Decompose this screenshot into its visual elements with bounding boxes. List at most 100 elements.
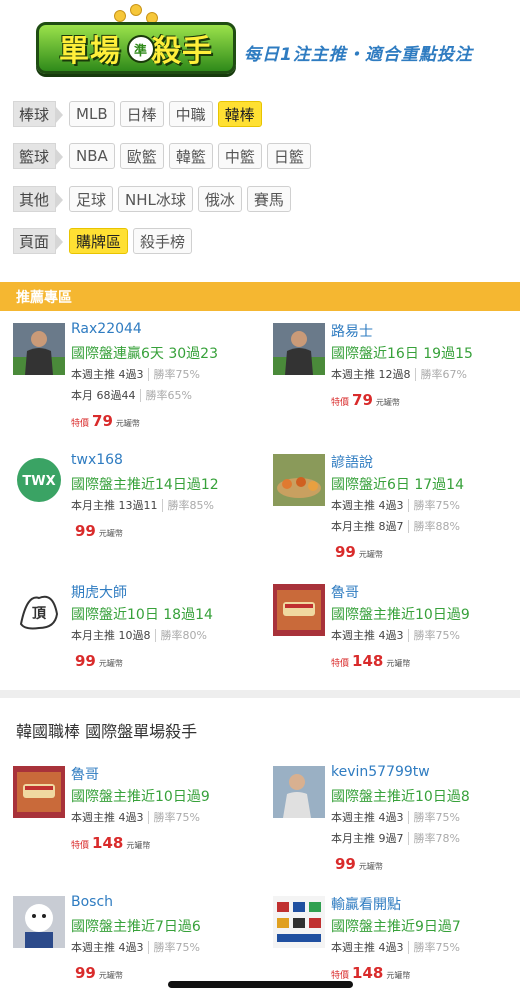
stat-record: 68過44 bbox=[96, 389, 136, 402]
stat-line: 本週主推 4過3 勝率75% bbox=[71, 939, 200, 955]
expert-name[interactable]: 諺語說 bbox=[331, 452, 373, 472]
expert-avatar[interactable] bbox=[13, 896, 65, 948]
stat-record: 4過3 bbox=[118, 811, 144, 824]
stat-line: 本月主推 8過7 勝率88% bbox=[331, 518, 460, 534]
nav-tab[interactable]: 殺手榜 bbox=[133, 228, 193, 254]
expert-avatar[interactable] bbox=[13, 766, 65, 818]
expert-card[interactable]: kevin57799tw 國際盤主推近10日過8 本週主推 4過3 勝率75% 本月主推… bbox=[273, 764, 513, 876]
stat-rate: 勝率75% bbox=[407, 629, 460, 642]
special-label: 特價 bbox=[331, 659, 350, 669]
nav-tab[interactable]: 韓籃 bbox=[168, 143, 213, 169]
nav-tab[interactable]: 中職 bbox=[168, 101, 213, 127]
nav-tab[interactable]: 購牌區 bbox=[69, 228, 129, 254]
stat-rate: 勝率75% bbox=[147, 368, 200, 381]
expert-avatar[interactable] bbox=[273, 454, 325, 506]
expert-avatar[interactable] bbox=[273, 896, 325, 948]
expert-card[interactable]: 魯哥 國際盤主推近10日過9 本週主推 4過3 勝率75% 特價 148 元罐幣 bbox=[273, 584, 513, 694]
stat-label: 本月主推 bbox=[71, 499, 115, 512]
expert-avatar[interactable] bbox=[273, 584, 325, 636]
price-value: 99 bbox=[75, 522, 96, 540]
price-value: 148 bbox=[352, 652, 384, 670]
expert-name[interactable]: 期虎大師 bbox=[71, 582, 127, 602]
expert-name[interactable]: kevin57799tw bbox=[331, 764, 430, 780]
logo-right-text: 殺手 bbox=[151, 34, 213, 69]
stat-rate: 勝率67% bbox=[414, 368, 467, 381]
price-tag[interactable]: 99 元罐幣 bbox=[75, 522, 123, 540]
stat-rate: 勝率75% bbox=[407, 499, 460, 512]
stat-record: 4過3 bbox=[378, 941, 404, 954]
tagline: 每日1注主推・適合重點投注 bbox=[244, 45, 473, 65]
expert-name[interactable]: twx168 bbox=[71, 452, 123, 468]
expert-avatar[interactable] bbox=[273, 766, 325, 818]
price-tag[interactable]: 特價 148 元罐幣 bbox=[331, 652, 410, 670]
nav-tab[interactable]: NBA bbox=[69, 143, 115, 169]
nav-tab[interactable]: NHL冰球 bbox=[118, 186, 193, 212]
stat-record: 4過3 bbox=[118, 941, 144, 954]
price-tag[interactable]: 特價 79 元罐幣 bbox=[331, 391, 400, 409]
price-tag[interactable]: 特價 79 元罐幣 bbox=[71, 412, 140, 430]
price-tag[interactable]: 特價 148 元罐幣 bbox=[71, 834, 150, 852]
nav-tab[interactable]: 俄冰 bbox=[197, 186, 242, 212]
expert-card[interactable]: Bosch 國際盤主推近7日過6 本週主推 4過3 勝率75% 99 元罐幣 bbox=[13, 894, 253, 1006]
stat-label: 本週主推 bbox=[71, 941, 115, 954]
price-value: 99 bbox=[75, 652, 96, 670]
price-unit: 元罐幣 bbox=[126, 841, 151, 850]
stat-record: 13過11 bbox=[118, 499, 158, 512]
expert-name[interactable]: 路易士 bbox=[331, 321, 373, 341]
nav-row: 頁面 購牌區 殺手榜 bbox=[13, 228, 513, 254]
expert-avatar[interactable] bbox=[273, 323, 325, 375]
stat-line: 本月主推 10過8 勝率80% bbox=[71, 627, 207, 643]
nav-tab[interactable]: MLB bbox=[69, 101, 115, 127]
nav-tab[interactable]: 足球 bbox=[69, 186, 114, 212]
stat-line: 本月 68過44 勝率65% bbox=[71, 387, 192, 403]
expert-card[interactable]: 頂 期虎大師 國際盤近10日 18過14 本月主推 10過8 勝率80% 99 元罐幣 bbox=[13, 584, 253, 694]
price-unit: 元罐幣 bbox=[98, 971, 123, 980]
expert-name[interactable]: Rax22044 bbox=[71, 321, 142, 337]
stat-line: 本月主推 13過11 勝率85% bbox=[71, 497, 214, 513]
nav-tab[interactable]: 中籃 bbox=[217, 143, 262, 169]
stat-label: 本週主推 bbox=[331, 368, 375, 381]
price-tag[interactable]: 99 元罐幣 bbox=[335, 543, 383, 561]
stat-record: 4過3 bbox=[378, 811, 404, 824]
expert-headline: 國際盤連贏6天 30過23 bbox=[71, 346, 218, 362]
stat-line: 本週主推 12過8 勝率67% bbox=[331, 366, 467, 382]
special-label: 特價 bbox=[71, 841, 90, 851]
expert-avatar[interactable] bbox=[13, 323, 65, 375]
nav-tab[interactable]: 賽馬 bbox=[246, 186, 291, 212]
header: 單場 殺手 準 每日1注主推・適合重點投注 bbox=[0, 0, 520, 92]
price-value: 99 bbox=[75, 964, 96, 982]
expert-avatar[interactable]: 頂 bbox=[13, 584, 65, 636]
expert-card[interactable]: Rax22044 國際盤連贏6天 30過23 本週主推 4過3 勝率75% 本月 68過… bbox=[13, 321, 253, 433]
expert-avatar[interactable]: TWX bbox=[13, 454, 65, 506]
stat-rate: 勝率75% bbox=[147, 811, 200, 824]
price-value: 99 bbox=[335, 543, 356, 561]
nav-tab[interactable]: 歐籃 bbox=[119, 143, 164, 169]
price-tag[interactable]: 99 元罐幣 bbox=[75, 964, 123, 982]
expert-card[interactable]: TWX twx168 國際盤主推近14日過12 本月主推 13過11 勝率85% 99 元罐… bbox=[13, 452, 253, 564]
expert-card[interactable]: 輸贏看開點 國際盤主推近9日過7 本週主推 4過3 勝率75% 特價 148 元罐幣 bbox=[273, 896, 513, 1006]
price-tag[interactable]: 99 元罐幣 bbox=[75, 652, 123, 670]
nav-tab[interactable]: 韓棒 bbox=[217, 101, 262, 127]
expert-name[interactable]: 魯哥 bbox=[331, 582, 359, 602]
nav-tab[interactable]: 日籃 bbox=[266, 143, 311, 169]
expert-name[interactable]: 輸贏看開點 bbox=[331, 894, 401, 914]
nav-category: 其他 bbox=[13, 186, 64, 212]
price-tag[interactable]: 特價 148 元罐幣 bbox=[331, 964, 410, 982]
expert-card[interactable]: 諺語說 國際盤近6日 17過14 本週主推 4過3 勝率75% 本月主推 8過7 勝率88… bbox=[273, 454, 513, 564]
stat-label: 本月主推 bbox=[331, 832, 375, 845]
nav-tab[interactable]: 日棒 bbox=[119, 101, 164, 127]
price-tag[interactable]: 99 元罐幣 bbox=[335, 855, 383, 873]
coins-decoration bbox=[110, 4, 170, 24]
stat-rate: 勝率75% bbox=[147, 941, 200, 954]
stat-rate: 勝率75% bbox=[407, 941, 460, 954]
price-unit: 元罐幣 bbox=[358, 862, 383, 871]
nav-category: 籃球 bbox=[13, 143, 64, 169]
expert-card[interactable]: 魯哥 國際盤主推近10日過9 本週主推 4過3 勝率75% 特價 148 元罐幣 bbox=[13, 766, 253, 876]
site-logo[interactable]: 單場 殺手 準 bbox=[36, 22, 236, 74]
price-unit: 元罐幣 bbox=[98, 529, 123, 538]
stat-record: 4過3 bbox=[118, 368, 144, 381]
expert-card[interactable]: 路易士 國際盤近16日 19過15 本週主推 12過8 勝率67% 特價 79 元罐幣 bbox=[273, 323, 513, 433]
expert-name[interactable]: 魯哥 bbox=[71, 764, 99, 784]
expert-name[interactable]: Bosch bbox=[71, 894, 113, 910]
special-label: 特價 bbox=[331, 971, 350, 981]
